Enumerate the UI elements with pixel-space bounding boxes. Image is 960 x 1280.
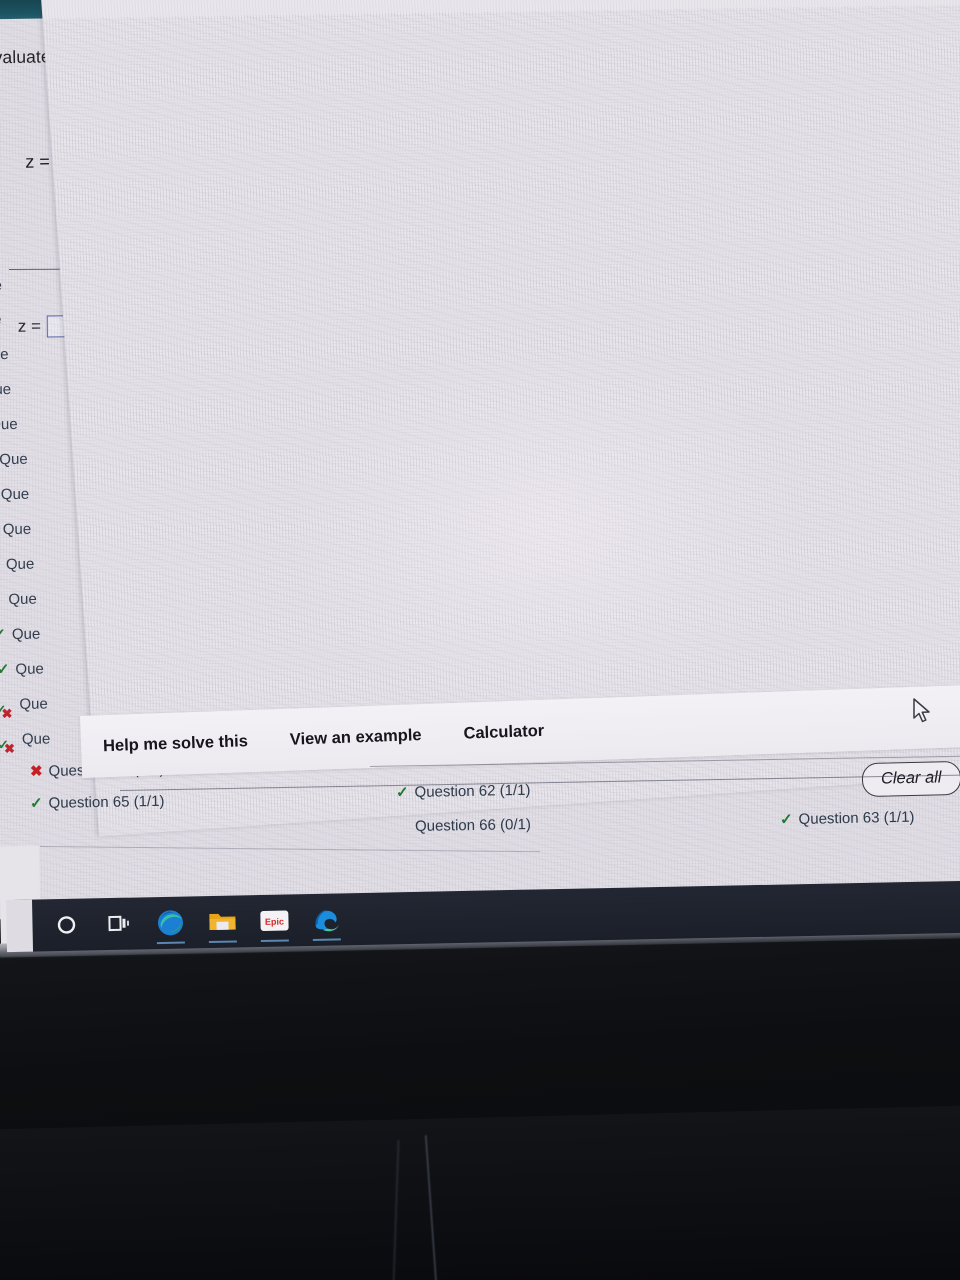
status-check-icon-10: ✓ xyxy=(0,591,3,609)
taskbar-left-cap xyxy=(6,899,34,953)
sidebar-item-6[interactable]: ✖Que xyxy=(0,451,28,469)
sidebar-label-10: Que xyxy=(8,590,37,609)
sidebar-item-9[interactable]: ✓Que xyxy=(0,556,34,574)
mouse-cursor xyxy=(912,698,934,731)
question-row-65-label: Question 65 (1/1) xyxy=(48,792,165,812)
sidebar-label-5: Que xyxy=(0,415,18,434)
question-row-66[interactable]: Question 66 (0/1) xyxy=(415,816,531,835)
sidebar-label-4: Que xyxy=(0,381,12,399)
sidebar-label-9: Que xyxy=(5,555,35,574)
sidebar-item-4[interactable]: Que xyxy=(0,381,11,398)
sidebar-label-7: Que xyxy=(0,485,30,504)
status-check-icon-65: ✓ xyxy=(29,794,43,813)
epic-games-icon[interactable]: Epic xyxy=(248,897,301,944)
sidebar-item-8[interactable]: ✓✖Que xyxy=(0,520,32,539)
status-check-icon-63: ✓ xyxy=(779,811,793,829)
task-view-icon[interactable] xyxy=(92,900,145,947)
status-check-icon-11: ✓ xyxy=(0,626,7,644)
photo-of-monitor: Evaluate the following formula for p1 =0… xyxy=(0,0,960,1280)
sidebar-label-14: Que xyxy=(21,730,51,748)
epic-running-indicator xyxy=(260,939,289,943)
sidebar-item-10[interactable]: ✓ Que xyxy=(0,591,37,609)
sidebar-item-13[interactable]: ✓ ✖ Que xyxy=(0,695,48,720)
sidebar-label-8: Que xyxy=(2,520,32,539)
question-row-65[interactable]: ✓ Question 65 (1/1) xyxy=(30,793,165,812)
sidebar-item-2[interactable]: ue xyxy=(0,311,2,328)
sidebar-label-11: Que xyxy=(11,625,41,644)
sidebar-label-6: Que xyxy=(0,450,28,469)
svg-text:Epic: Epic xyxy=(265,917,284,927)
calculator-button[interactable]: Calculator xyxy=(463,721,544,743)
file-explorer-icon[interactable] xyxy=(196,898,249,945)
question-row-66-label: Question 66 (0/1) xyxy=(414,815,532,836)
sidebar-item-1[interactable]: ue xyxy=(0,277,2,294)
formula-lhs: z = xyxy=(25,151,51,172)
sidebar-label-3: Que xyxy=(0,346,9,364)
status-check-icon-12: ✓ xyxy=(0,661,10,679)
sidebar-item-11[interactable]: ✓ Que xyxy=(0,626,40,644)
sidebar-item-12[interactable]: ✓ Que xyxy=(0,661,44,679)
monitor-stand xyxy=(0,1104,960,1280)
edge-legacy-running-indicator xyxy=(312,938,341,941)
edge-running-indicator xyxy=(156,941,185,945)
cortana-icon[interactable] xyxy=(40,901,93,948)
sidebar-label-1: ue xyxy=(0,277,2,294)
question-row-63-label: Question 63 (1/1) xyxy=(798,808,915,829)
sidebar-item-3[interactable]: Que xyxy=(0,346,9,363)
view-an-example-button[interactable]: View an example xyxy=(290,726,422,750)
sidebar-item-7[interactable]: ✓Que xyxy=(0,485,30,504)
sidebar-label-13: Que xyxy=(19,695,48,713)
sidebar-label-2: ue xyxy=(0,311,2,328)
sidebar-item-5[interactable]: Que xyxy=(0,416,18,433)
edge-legacy-icon[interactable] xyxy=(300,896,353,943)
status-check-icon-62: ✓ xyxy=(395,784,409,802)
status-x-icon-61: ✖ xyxy=(29,763,43,781)
sidebar-item-14[interactable]: ✓ ✖ Que xyxy=(0,730,51,755)
question-row-63[interactable]: ✓ Question 63 (1/1) xyxy=(780,809,915,829)
help-me-solve-this-button[interactable]: Help me solve this xyxy=(103,732,248,756)
clear-all-button[interactable]: Clear all xyxy=(861,760,960,798)
explorer-running-indicator xyxy=(208,940,237,944)
edge-icon[interactable] xyxy=(144,899,197,946)
sidebar-label-12: Que xyxy=(15,660,44,678)
